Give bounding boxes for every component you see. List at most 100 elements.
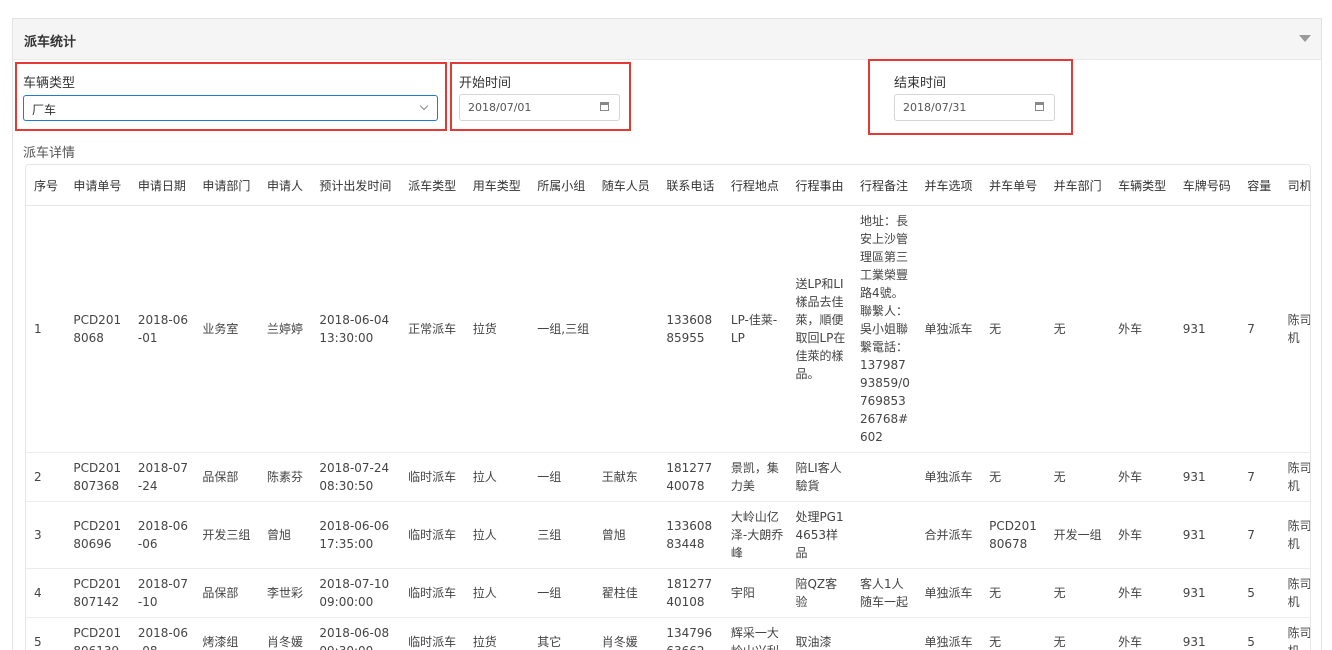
caret-down-icon[interactable] <box>1299 35 1311 42</box>
column-header: 行程事由 <box>787 165 852 206</box>
table-cell: 拉人 <box>465 502 530 569</box>
table-cell: 陪LI客人驗貨 <box>787 453 852 502</box>
table-cell: 烤漆组 <box>194 618 259 650</box>
calendar-icon[interactable] <box>1035 102 1044 111</box>
section-title: 派车详情 <box>23 142 75 161</box>
table-header-row: 序号申请单号申请日期申请部门申请人预计出发时间派车类型用车类型所属小组随车人员联… <box>26 165 1311 206</box>
table-cell: 2018-06-01 <box>130 206 195 453</box>
table-cell: 一组,三组 <box>529 206 594 453</box>
column-header: 行程备注 <box>852 165 917 206</box>
table-cell: 2018-06-06 17:35:00 <box>311 502 400 569</box>
table-cell: 2018-07-24 <box>130 453 195 502</box>
dispatch-table-container[interactable]: 序号申请单号申请日期申请部门申请人预计出发时间派车类型用车类型所属小组随车人员联… <box>25 164 1311 650</box>
table-cell: 外车 <box>1110 206 1175 453</box>
table-cell: 陈司机 <box>1280 206 1311 453</box>
table-cell: 品保部 <box>194 569 259 618</box>
table-cell: 合并派车 <box>917 502 982 569</box>
table-cell: 辉采一大岭山兴利 <box>723 618 788 650</box>
vehicle-type-value: 厂车 <box>32 101 56 118</box>
table-cell: PCD2018068 <box>65 206 130 453</box>
table-cell <box>852 618 917 650</box>
table-cell: 拉人 <box>465 453 530 502</box>
column-header: 申请单号 <box>65 165 130 206</box>
table-cell: 品保部 <box>194 453 259 502</box>
column-header: 派车类型 <box>400 165 465 206</box>
table-cell: 李世彩 <box>259 569 311 618</box>
table-cell <box>852 502 917 569</box>
table-cell: 曾旭 <box>594 502 659 569</box>
column-header: 容量 <box>1239 165 1279 206</box>
table-cell: 931 <box>1175 502 1240 569</box>
table-cell: PCD201807142 <box>65 569 130 618</box>
table-cell: 处理PG14653样品 <box>787 502 852 569</box>
table-cell: 外车 <box>1110 453 1175 502</box>
column-header: 随车人员 <box>594 165 659 206</box>
column-header: 车辆类型 <box>1110 165 1175 206</box>
table-cell: 7 <box>1239 502 1279 569</box>
table-cell: 正常派车 <box>400 206 465 453</box>
table-cell: 无 <box>981 453 1046 502</box>
table-cell: 2018-07-24 08:30:50 <box>311 453 400 502</box>
table-cell: 无 <box>981 206 1046 453</box>
table-cell: 拉货 <box>465 206 530 453</box>
table-cell: 2 <box>26 453 65 502</box>
table-cell: 外车 <box>1110 618 1175 650</box>
column-header: 司机 <box>1280 165 1311 206</box>
table-cell: PCD20180696 <box>65 502 130 569</box>
table-cell: 单独派车 <box>917 618 982 650</box>
table-cell: 客人1人随车一起 <box>852 569 917 618</box>
column-header: 行程地点 <box>723 165 788 206</box>
table-cell: 4 <box>26 569 65 618</box>
table-cell: 兰婷婷 <box>259 206 311 453</box>
vehicle-type-select[interactable]: 厂车 <box>23 95 438 121</box>
table-cell: 18127740078 <box>658 453 723 502</box>
column-header: 并车部门 <box>1046 165 1111 206</box>
table-cell: 无 <box>1046 618 1111 650</box>
start-time-label: 开始时间 <box>459 72 511 91</box>
column-header: 序号 <box>26 165 65 206</box>
table-cell: 13479663662 <box>658 618 723 650</box>
table-cell: 王献东 <box>594 453 659 502</box>
table-cell: 拉货 <box>465 618 530 650</box>
table-cell: 2018-06-04 13:30:00 <box>311 206 400 453</box>
vehicle-type-label: 车辆类型 <box>23 72 75 91</box>
table-cell: 临时派车 <box>400 569 465 618</box>
column-header: 用车类型 <box>465 165 530 206</box>
column-header: 申请部门 <box>194 165 259 206</box>
table-cell: 陈司机 <box>1280 569 1311 618</box>
table-cell: 5 <box>26 618 65 650</box>
table-cell: 2018-06-06 <box>130 502 195 569</box>
table-cell: 送LP和LI樣品去佳萊，順便取回LP在佳萊的樣品。 <box>787 206 852 453</box>
table-cell: 2018-07-10 <box>130 569 195 618</box>
table-cell: 临时派车 <box>400 453 465 502</box>
table-cell: 地址：長安上沙管理區第三工業榮豐路4號。聯繫人：吳小姐聯繫電話：13798793… <box>852 206 917 453</box>
table-row[interactable]: 4PCD2018071422018-07-10品保部李世彩2018-07-10 … <box>26 569 1311 618</box>
table-cell: 开发三组 <box>194 502 259 569</box>
table-cell: 外车 <box>1110 502 1175 569</box>
end-time-label: 结束时间 <box>894 72 946 91</box>
table-cell: 931 <box>1175 618 1240 650</box>
table-cell: 2018-06-08 <box>130 618 195 650</box>
end-date-input[interactable]: 2018/07/31 <box>894 94 1055 121</box>
table-cell: 肖冬媛 <box>594 618 659 650</box>
table-cell: 931 <box>1175 453 1240 502</box>
table-cell: 无 <box>1046 453 1111 502</box>
table-row[interactable]: 5PCD2018061392018-06-08烤漆组肖冬媛2018-06-08 … <box>26 618 1311 650</box>
table-cell: 7 <box>1239 453 1279 502</box>
column-header: 所属小组 <box>529 165 594 206</box>
table-row[interactable]: 1PCD20180682018-06-01业务室兰婷婷2018-06-04 13… <box>26 206 1311 453</box>
table-cell: 拉人 <box>465 569 530 618</box>
table-cell: 2018-07-10 09:00:00 <box>311 569 400 618</box>
column-header: 并车单号 <box>981 165 1046 206</box>
table-cell: 陪QZ客验 <box>787 569 852 618</box>
table-cell: PCD201807368 <box>65 453 130 502</box>
panel-header[interactable]: 派车统计 <box>13 19 1321 60</box>
table-cell: 宇阳 <box>723 569 788 618</box>
table-cell: 陈素芬 <box>259 453 311 502</box>
start-date-input[interactable]: 2018/07/01 <box>459 94 620 121</box>
table-row[interactable]: 2PCD2018073682018-07-24品保部陈素芬2018-07-24 … <box>26 453 1311 502</box>
table-cell: 陈司机 <box>1280 453 1311 502</box>
calendar-icon[interactable] <box>600 102 609 111</box>
table-row[interactable]: 3PCD201806962018-06-06开发三组曾旭2018-06-06 1… <box>26 502 1311 569</box>
table-cell: 大岭山亿泽-大朗乔峰 <box>723 502 788 569</box>
